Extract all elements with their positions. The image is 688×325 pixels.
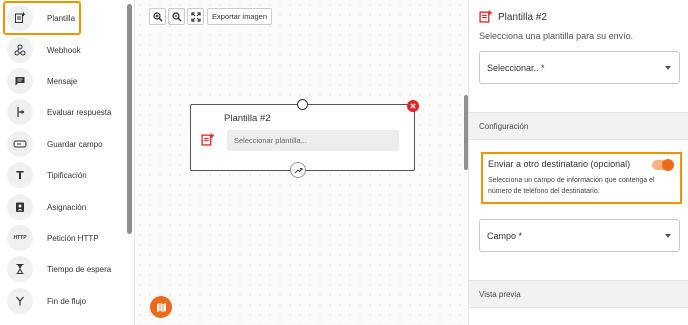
palette-item-label: Tiempo de espera (47, 264, 112, 274)
palette-item-plantilla[interactable]: Plantilla (3, 1, 81, 35)
node-output-handle[interactable] (290, 162, 306, 178)
palette-item-label: Plantilla (47, 13, 76, 23)
flow-canvas[interactable]: Exportar imagen Plantilla #2 Seleccionar… (134, 0, 468, 325)
node-palette-sidebar: Plantilla Webhook Mensaje Evaluar respue… (0, 0, 132, 325)
palette-item-label: Mensaje (47, 76, 78, 86)
assignment-icon (7, 194, 33, 220)
toggle-knob (662, 159, 674, 171)
chevron-down-icon (665, 234, 671, 238)
palette-item-label: Petición HTTP (47, 233, 99, 243)
palette-item-tipificacion[interactable]: T Tipificación (4, 160, 124, 190)
palette-item-tiempo-de-espera[interactable]: Tiempo de espera (4, 254, 124, 284)
palette-item-asignacion[interactable]: Asignación (4, 192, 124, 222)
palette-item-label: Tipificación (47, 170, 87, 180)
message-icon (7, 68, 33, 94)
fullscreen-icon (190, 11, 201, 22)
template-select-value: Seleccionar.. * (487, 62, 545, 73)
template-icon (201, 133, 214, 151)
template-select[interactable]: Seleccionar.. * (479, 51, 680, 84)
http-glyph: HTTP (13, 235, 27, 241)
t-glyph: T (16, 168, 24, 182)
connect-arrow-icon (294, 167, 302, 173)
webhook-icon (7, 37, 33, 63)
node-input-handle[interactable] (297, 99, 308, 110)
sidebar-scrollbar[interactable] (127, 4, 132, 234)
config-section-header: Configuración (469, 112, 688, 140)
export-image-button[interactable]: Exportar imagen (207, 8, 273, 25)
preview-section-header: Vista previa (469, 280, 688, 308)
other-recipient-label: Enviar a otro destinatario (opcional) (488, 159, 631, 169)
branch-icon (7, 99, 33, 125)
zoom-out-icon (171, 11, 181, 21)
node-config-panel: Plantilla #2 Selecciona una plantilla pa… (468, 0, 688, 325)
minimap-button[interactable] (150, 296, 172, 318)
chevron-down-icon (665, 66, 671, 70)
palette-item-mensaje[interactable]: Mensaje (4, 66, 124, 96)
node-template-field[interactable]: Seleccionar plantilla... (227, 130, 399, 151)
palette-item-label: Guardar campo (47, 139, 103, 149)
palette-item-fin-de-flujo[interactable]: Fin de flujo (4, 286, 124, 316)
typification-icon: T (7, 162, 33, 188)
other-recipient-toggle[interactable] (652, 159, 674, 171)
palette-item-peticion-http[interactable]: HTTP Petición HTTP (4, 223, 124, 253)
field-select-value: Campo * (487, 230, 523, 241)
palette-item-label: Evaluar respuesta (47, 107, 112, 117)
palette-item-guardar-campo[interactable]: Guardar campo (4, 129, 124, 159)
node-title: Plantilla #2 (224, 113, 271, 124)
field-icon (7, 131, 33, 157)
node-delete-button[interactable] (407, 100, 419, 112)
other-recipient-description: Selecciona un campo de información que c… (488, 177, 655, 195)
template-icon (7, 5, 33, 31)
palette-item-webhook[interactable]: Webhook (4, 35, 124, 65)
zoom-in-button[interactable] (149, 8, 166, 25)
flow-node-plantilla[interactable]: Plantilla #2 Seleccionar plantilla... (190, 99, 419, 178)
other-recipient-option: Enviar a otro destinatario (opcional) Se… (481, 152, 682, 204)
panel-subtitle: Selecciona una plantilla para su envío. (479, 31, 634, 41)
template-icon (479, 10, 492, 28)
palette-item-evaluar-respuesta[interactable]: Evaluar respuesta (4, 97, 124, 127)
close-icon (410, 103, 416, 109)
panel-title: Plantilla #2 (498, 12, 547, 23)
field-select[interactable]: Campo * (479, 219, 680, 252)
hourglass-icon (7, 256, 33, 282)
palette-item-label: Fin de flujo (47, 296, 87, 306)
zoom-in-icon (152, 11, 162, 21)
http-icon: HTTP (7, 225, 33, 251)
fit-view-button[interactable] (187, 8, 204, 25)
palette-item-label: Webhook (47, 45, 81, 55)
map-icon (156, 302, 166, 312)
palette-item-label: Asignación (47, 202, 87, 212)
end-flow-icon (7, 288, 33, 314)
zoom-out-button[interactable] (168, 8, 185, 25)
